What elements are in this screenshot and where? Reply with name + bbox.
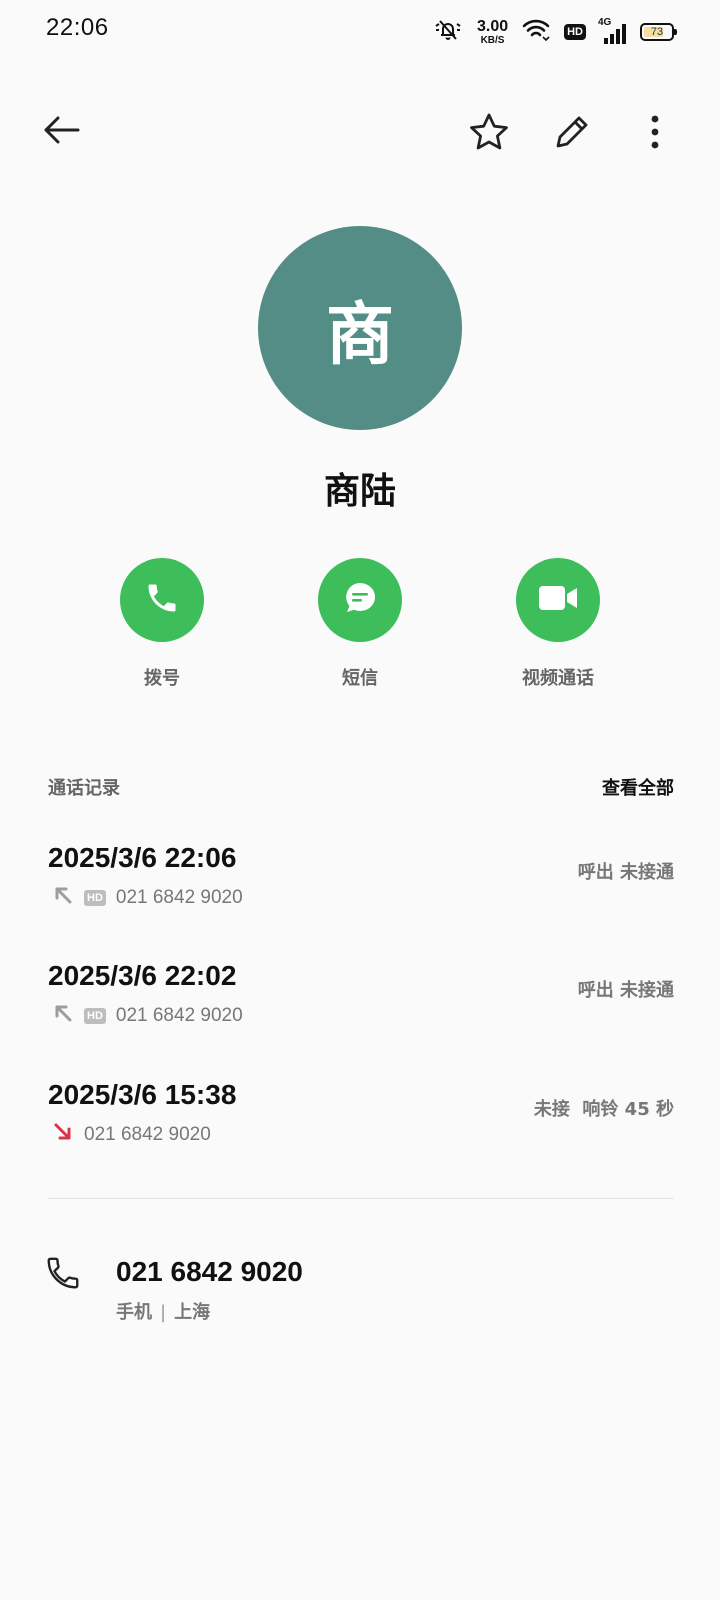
call-number: 021 6842 9020 bbox=[115, 1005, 243, 1026]
star-outline-icon bbox=[468, 112, 510, 156]
phone-meta: 手机 | 上海 bbox=[116, 1298, 210, 1324]
battery-icon: 73 bbox=[640, 23, 677, 41]
phone-location: 上海 bbox=[174, 1302, 211, 1323]
call-details: HD 021 6842 9020 bbox=[52, 884, 243, 912]
missed-call-arrow-icon bbox=[52, 1121, 74, 1149]
outgoing-call-arrow-icon bbox=[52, 1002, 74, 1030]
wifi-icon bbox=[522, 18, 550, 46]
call-datetime: 2025/3/6 15:38 bbox=[48, 1079, 237, 1110]
outgoing-call-arrow-icon bbox=[52, 884, 74, 912]
message-action-label: 短信 bbox=[342, 668, 378, 689]
phone-number[interactable]: 021 6842 9020 bbox=[116, 1256, 303, 1288]
call-log-row[interactable]: 2025/3/6 15:38 021 6842 9020 未接 响铃 45 秒 bbox=[48, 1079, 674, 1179]
battery-level: 73 bbox=[650, 26, 664, 38]
call-log-row[interactable]: 2025/3/6 22:06 HD 021 6842 9020 呼出 未接通 bbox=[48, 842, 674, 942]
pencil-icon bbox=[552, 112, 592, 156]
video-call-action-label: 视频通话 bbox=[522, 668, 594, 689]
edit-button[interactable] bbox=[550, 112, 594, 156]
favorite-button[interactable] bbox=[467, 112, 511, 156]
net-speed-unit: KB/S bbox=[480, 34, 505, 46]
status-time: 22:06 bbox=[46, 14, 109, 41]
cellular-signal-icon: 4G bbox=[598, 17, 626, 44]
call-action-button[interactable]: 拨号 bbox=[92, 558, 232, 690]
net-speed: 3.00 KB/S bbox=[476, 17, 509, 46]
hd-voice-badge: HD bbox=[564, 24, 586, 40]
status-icons: 3.00 KB/S HD 4G 73 bbox=[433, 14, 677, 50]
message-action-button[interactable]: 短信 bbox=[290, 558, 430, 690]
message-icon bbox=[341, 579, 379, 621]
mute-bell-icon bbox=[433, 17, 463, 47]
video-call-action-button[interactable]: 视频通话 bbox=[488, 558, 628, 690]
call-number: 021 6842 9020 bbox=[84, 1124, 211, 1145]
more-vertical-icon bbox=[650, 114, 660, 154]
back-button[interactable] bbox=[40, 110, 84, 154]
divider bbox=[48, 1198, 674, 1199]
phone-outline-icon bbox=[44, 1257, 82, 1296]
back-arrow-icon bbox=[42, 114, 82, 150]
call-details: HD 021 6842 9020 bbox=[52, 1002, 243, 1030]
phone-icon bbox=[144, 580, 180, 620]
net-speed-value: 3.00 bbox=[476, 17, 509, 35]
call-log-title: 通话记录 bbox=[48, 778, 120, 799]
view-all-link[interactable]: 查看全部 bbox=[602, 774, 674, 800]
video-call-action-circle[interactable] bbox=[516, 558, 600, 642]
more-options-button[interactable] bbox=[637, 112, 673, 156]
call-status: 未接 响铃 45 秒 bbox=[533, 1099, 674, 1120]
message-action-circle[interactable] bbox=[318, 558, 402, 642]
phone-type: 手机 bbox=[116, 1302, 152, 1323]
call-details: 021 6842 9020 bbox=[52, 1121, 211, 1149]
call-log-row[interactable]: 2025/3/6 22:02 HD 021 6842 9020 呼出 未接通 bbox=[48, 960, 674, 1060]
contact-name: 商陆 bbox=[323, 471, 396, 512]
video-icon bbox=[537, 583, 579, 617]
hd-call-badge: HD bbox=[84, 890, 106, 906]
call-datetime: 2025/3/6 22:06 bbox=[48, 842, 237, 873]
network-type: 4G bbox=[598, 17, 612, 28]
hd-call-badge: HD bbox=[84, 1008, 106, 1024]
call-datetime: 2025/3/6 22:02 bbox=[48, 960, 237, 991]
phone-meta-separator: | bbox=[160, 1302, 167, 1323]
call-status: 呼出 未接通 bbox=[577, 862, 674, 883]
phone-number-call-button[interactable] bbox=[44, 1254, 82, 1296]
call-status: 呼出 未接通 bbox=[577, 980, 674, 1001]
call-action-label: 拨号 bbox=[144, 668, 180, 689]
avatar: 商 bbox=[258, 226, 462, 430]
call-action-circle[interactable] bbox=[120, 558, 204, 642]
call-number: 021 6842 9020 bbox=[115, 887, 243, 908]
